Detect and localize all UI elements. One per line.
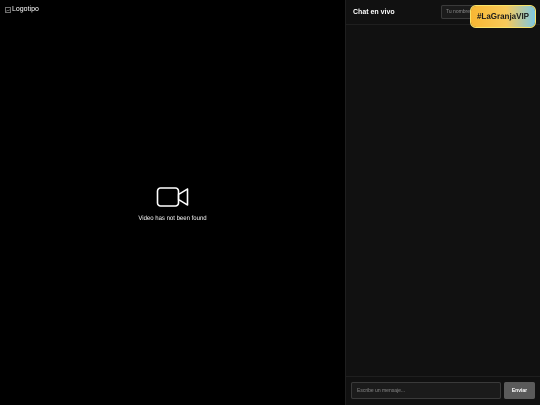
video-player[interactable]: Logotipo Video has not been found	[0, 0, 345, 405]
chat-title: Chat en vivo	[353, 9, 395, 16]
video-not-found: Video has not been found	[0, 184, 345, 223]
chat-footer: Enviar	[346, 376, 540, 405]
send-button[interactable]: Enviar	[504, 382, 535, 399]
logo: Logotipo	[5, 5, 39, 14]
hashtag-badge[interactable]: #LaGranjaVIP	[471, 6, 535, 27]
video-not-found-message: Video has not been found	[138, 216, 207, 222]
app-root: Logotipo Video has not been found Chat e…	[0, 0, 540, 405]
logo-alt-text: Logotipo	[12, 6, 39, 13]
video-camera-icon	[156, 187, 188, 207]
broken-image-icon	[5, 6, 11, 13]
message-input[interactable]	[351, 382, 501, 399]
chat-messages[interactable]	[346, 25, 540, 376]
chat-panel: Chat en vivo #LaGranjaVIP Enviar	[345, 0, 540, 405]
chat-header: Chat en vivo #LaGranjaVIP	[346, 0, 540, 27]
